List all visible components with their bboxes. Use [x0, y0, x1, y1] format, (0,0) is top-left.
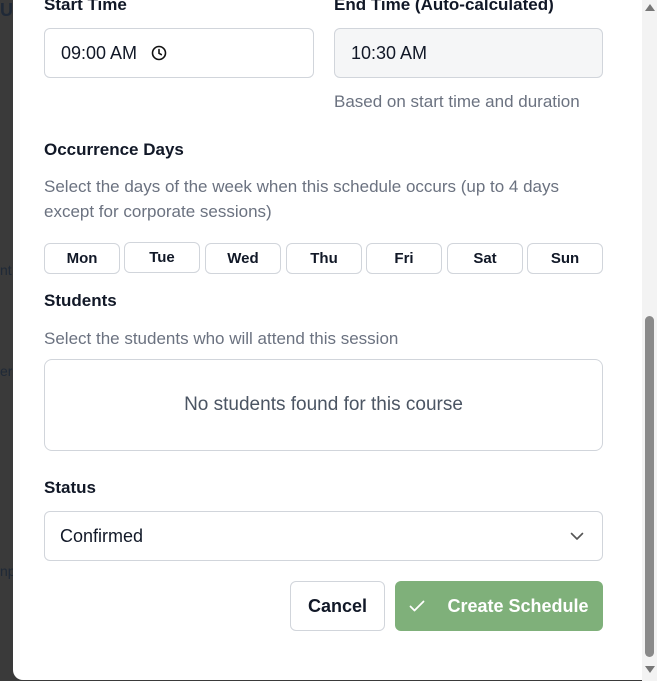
end-time-label: End Time (Auto-calculated): [334, 0, 554, 14]
day-tue-button[interactable]: Tue: [124, 242, 200, 273]
students-list: No students found for this course: [44, 359, 603, 451]
chevron-down-icon: [570, 532, 584, 541]
backdrop-fragment: nt: [0, 262, 12, 278]
backdrop-fragment: er: [0, 363, 13, 379]
occurrence-days-help: Select the days of the week when this sc…: [44, 177, 560, 221]
status-label: Status: [44, 478, 96, 497]
cancel-button-label: Cancel: [307, 595, 368, 616]
students-empty-message: No students found for this course: [184, 394, 463, 415]
schedule-modal: Start Time 09:00 AM End Time (Auto-calcu…: [13, 0, 657, 680]
end-time-help: Based on start time and duration: [334, 92, 580, 111]
clock-icon[interactable]: [151, 45, 167, 61]
end-time-input: 10:30 AM: [334, 28, 603, 78]
scrollbar[interactable]: [642, 0, 657, 681]
start-time-input[interactable]: 09:00 AM: [44, 28, 314, 78]
day-mon-button[interactable]: Mon: [44, 243, 120, 274]
status-value: Confirmed: [60, 525, 144, 546]
check-icon: [409, 600, 425, 612]
scroll-thumb[interactable]: [645, 316, 654, 657]
end-time-value: 10:30 AM: [351, 42, 428, 63]
start-time-label: Start Time: [44, 0, 127, 14]
occurrence-days-label: Occurrence Days: [44, 140, 184, 159]
day-thu-button[interactable]: Thu: [286, 243, 362, 274]
students-help: Select the students who will attend this…: [44, 329, 399, 348]
scroll-up-icon[interactable]: [645, 4, 655, 11]
scroll-down-icon[interactable]: [645, 666, 655, 673]
status-select[interactable]: Confirmed: [44, 511, 603, 561]
day-sat-button[interactable]: Sat: [447, 243, 523, 274]
day-wed-button[interactable]: Wed: [205, 243, 281, 274]
students-label: Students: [44, 291, 117, 310]
create-schedule-label: Create Schedule: [447, 595, 589, 616]
cancel-button[interactable]: Cancel: [290, 581, 385, 631]
day-sun-button[interactable]: Sun: [527, 243, 603, 274]
start-time-value: 09:00 AM: [61, 42, 138, 63]
backdrop-fragment: U: [0, 0, 13, 20]
day-fri-button[interactable]: Fri: [366, 243, 442, 274]
create-schedule-button[interactable]: Create Schedule: [395, 581, 603, 631]
